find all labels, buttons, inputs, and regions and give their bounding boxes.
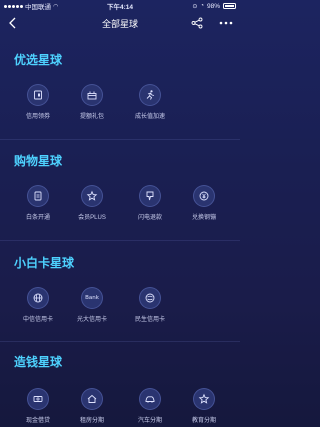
section-divider — [0, 341, 240, 342]
item-member-plus[interactable]: 会员PLUS — [64, 185, 120, 221]
battery-icon — [223, 3, 236, 9]
minsheng-bank-icon — [145, 293, 155, 303]
item-everbright-card[interactable]: Bank 光大信用卡 — [64, 287, 120, 323]
house-icon — [87, 394, 97, 403]
more-button[interactable] — [218, 16, 234, 30]
location-icon: ⊙ — [192, 3, 198, 10]
section-divider — [0, 139, 240, 140]
yen-coin-icon — [199, 191, 209, 201]
item-baitiao-open[interactable]: 白条开通 — [10, 185, 66, 221]
item-car-installment[interactable]: 汽车分期 — [122, 388, 178, 424]
battery-percent: 98% — [206, 2, 220, 10]
star-icon — [198, 393, 210, 404]
item-label: 提额礼包 — [79, 114, 104, 120]
item-label: 租房分期 — [79, 418, 104, 424]
star-icon — [86, 190, 98, 201]
citic-bank-icon — [33, 293, 43, 303]
item-label: 会员PLUS — [78, 215, 106, 221]
item-education-installment[interactable]: 教育分期 — [176, 388, 232, 424]
page-title: 全部星球 — [101, 18, 138, 29]
gift-icon — [87, 91, 97, 100]
item-label: 成长值加速 — [134, 114, 165, 120]
chevron-left-icon — [9, 17, 16, 29]
item-citic-card[interactable]: 中信信用卡 — [10, 287, 66, 323]
signal-icon — [4, 4, 23, 8]
item-limit-gift[interactable]: 提额礼包 — [64, 84, 120, 120]
section-title-gouwu: 购物星球 — [14, 154, 63, 168]
running-icon — [146, 90, 155, 100]
item-label: 白条开通 — [25, 215, 50, 221]
status-bar: 中国联通 ◠ 下午4:14 ⊙ ◔ 98% — [0, 0, 240, 12]
item-minsheng-card[interactable]: 民生信用卡 — [122, 287, 178, 323]
share-button[interactable] — [190, 16, 204, 30]
item-label: 教育分期 — [191, 418, 216, 424]
item-label: 汽车分期 — [137, 418, 162, 424]
section-title-zaoqian: 造钱星球 — [14, 355, 63, 369]
item-label: 兑换钢镚 — [191, 215, 216, 221]
alarm-icon: ◔ — [200, 3, 204, 9]
item-label: 闪电退款 — [137, 215, 162, 221]
item-growth-boost[interactable]: 成长值加速 — [122, 84, 178, 120]
item-exchange-coins[interactable]: 兑换钢镚 — [176, 185, 232, 221]
section-title-youxuan: 优选星球 — [14, 53, 63, 67]
lightning-icon — [146, 191, 154, 201]
item-rent-installment[interactable]: 租房分期 — [64, 388, 120, 424]
item-label: 中信信用卡 — [22, 317, 53, 323]
item-cash-loan[interactable]: 现金借贷 — [10, 388, 66, 424]
section-title-xiaobaika: 小白卡星球 — [14, 256, 75, 270]
wifi-icon: ◠ — [53, 3, 59, 10]
item-label: 信用领券 — [25, 114, 50, 120]
coupon-icon — [34, 90, 42, 100]
item-label: 光大信用卡 — [76, 317, 107, 323]
back-button[interactable] — [6, 16, 20, 30]
car-icon — [145, 396, 155, 403]
document-icon — [34, 191, 42, 201]
bank-text-icon: Bank — [85, 295, 99, 301]
item-credit-coupon[interactable]: 信用领券 — [10, 84, 66, 120]
more-dots-icon — [219, 21, 233, 25]
nav-bar: 全部星球 — [0, 12, 240, 34]
cash-icon — [33, 396, 43, 402]
item-label: 民生信用卡 — [134, 317, 165, 323]
carrier-label: 中国联通 — [25, 4, 51, 11]
item-label: 现金借贷 — [25, 418, 50, 424]
section-divider — [0, 240, 240, 241]
item-flash-refund[interactable]: 闪电退款 — [122, 185, 178, 221]
share-icon — [191, 17, 203, 29]
